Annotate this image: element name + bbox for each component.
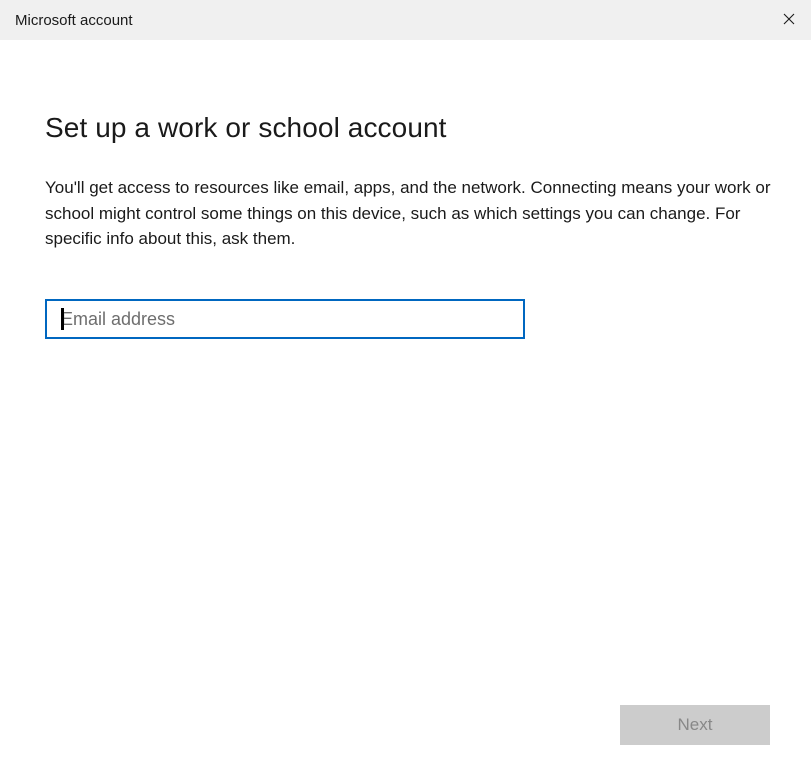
title-bar: Microsoft account [0,0,811,40]
description-text: You'll get access to resources like emai… [45,178,771,248]
window-title: Microsoft account [15,12,133,29]
page-title: Set up a work or school account [45,112,447,143]
email-input[interactable] [47,301,523,337]
email-field[interactable] [45,299,525,339]
close-icon [783,13,795,25]
next-button[interactable]: Next [620,705,770,745]
close-button[interactable] [765,0,811,40]
text-caret [61,308,64,330]
microsoft-account-dialog: Microsoft account Set up a work or schoo… [0,0,811,784]
